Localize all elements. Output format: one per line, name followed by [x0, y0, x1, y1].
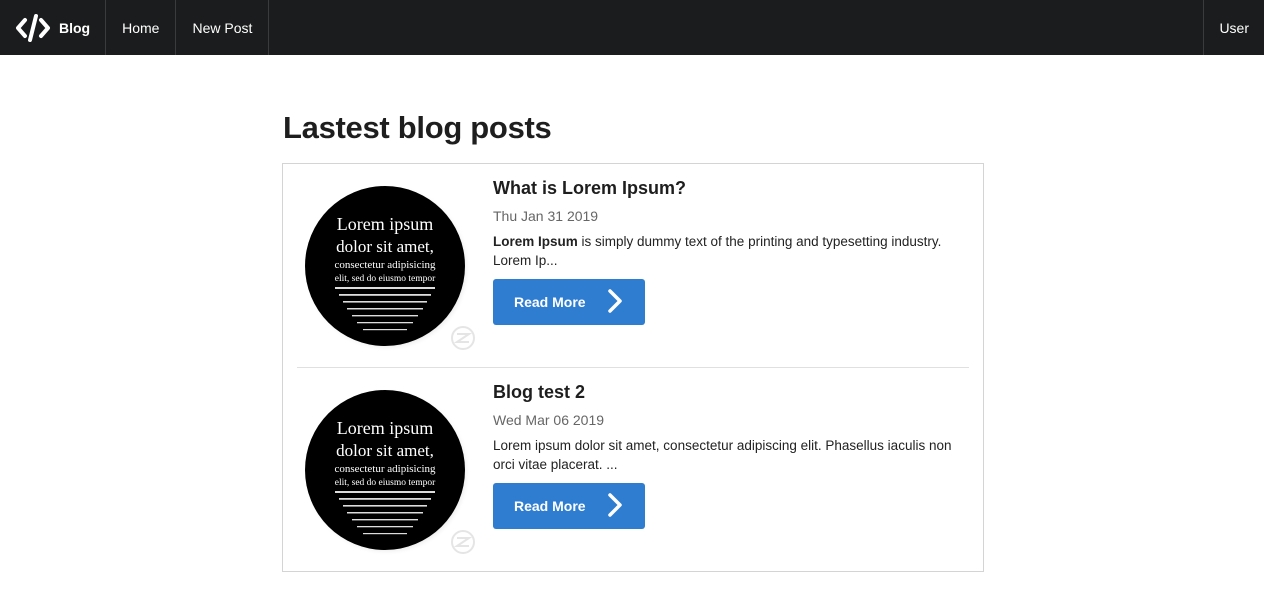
post-list: Lorem ipsum dolor sit amet, consectetur … — [282, 163, 984, 572]
read-more-label: Read More — [514, 294, 586, 310]
post-thumbnail[interactable]: Lorem ipsum dolor sit amet, consectetur … — [303, 388, 475, 558]
thumbnail-text-4: elit, sed do eiusmo tempor — [335, 478, 436, 488]
thumbnail-text-1: Lorem ipsum — [337, 214, 434, 234]
list-item: Lorem ipsum dolor sit amet, consectetur … — [297, 164, 969, 368]
list-item: Lorem ipsum dolor sit amet, consectetur … — [297, 367, 969, 571]
thumbnail-text-1: Lorem ipsum — [337, 418, 434, 438]
nav-item-user[interactable]: User — [1203, 0, 1264, 55]
post-excerpt-bold: Lorem Ipsum — [493, 234, 578, 249]
code-icon — [15, 13, 51, 43]
read-more-button[interactable]: Read More — [493, 483, 645, 529]
thumbnail-text-3: consectetur adipisicing — [334, 259, 436, 271]
nav-item-new-post[interactable]: New Post — [176, 0, 270, 55]
read-more-button[interactable]: Read More — [493, 279, 645, 325]
thumbnail-text-2: dolor sit amet, — [336, 237, 434, 256]
thumbnail-text-4: elit, sed do eiusmo tempor — [335, 274, 436, 284]
post-date: Wed Mar 06 2019 — [493, 412, 605, 428]
read-more-label: Read More — [514, 498, 586, 514]
chevron-right-icon — [605, 288, 625, 317]
post-date: Thu Jan 31 2019 — [493, 208, 599, 224]
top-navbar: Blog Home New Post User — [0, 0, 1264, 55]
post-title[interactable]: What is Lorem Ipsum? — [493, 178, 686, 199]
thumbnail-text-2: dolor sit amet, — [336, 441, 434, 460]
post-excerpt-text: Lorem ipsum dolor sit amet, consectetur … — [493, 438, 952, 472]
post-thumbnail[interactable]: Lorem ipsum dolor sit amet, consectetur … — [303, 184, 475, 354]
nav-brand-label: Blog — [59, 19, 91, 36]
chevron-right-icon — [605, 492, 625, 521]
thumbnail-text-3: consectetur adipisicing — [334, 463, 436, 475]
post-excerpt: Lorem Ipsum is simply dummy text of the … — [493, 232, 963, 270]
page-title: Lastest blog posts — [283, 110, 552, 145]
post-title[interactable]: Blog test 2 — [493, 382, 585, 403]
nav-item-home[interactable]: Home — [106, 0, 177, 55]
nav-brand[interactable]: Blog — [0, 0, 107, 55]
post-excerpt: Lorem ipsum dolor sit amet, consectetur … — [493, 436, 963, 474]
